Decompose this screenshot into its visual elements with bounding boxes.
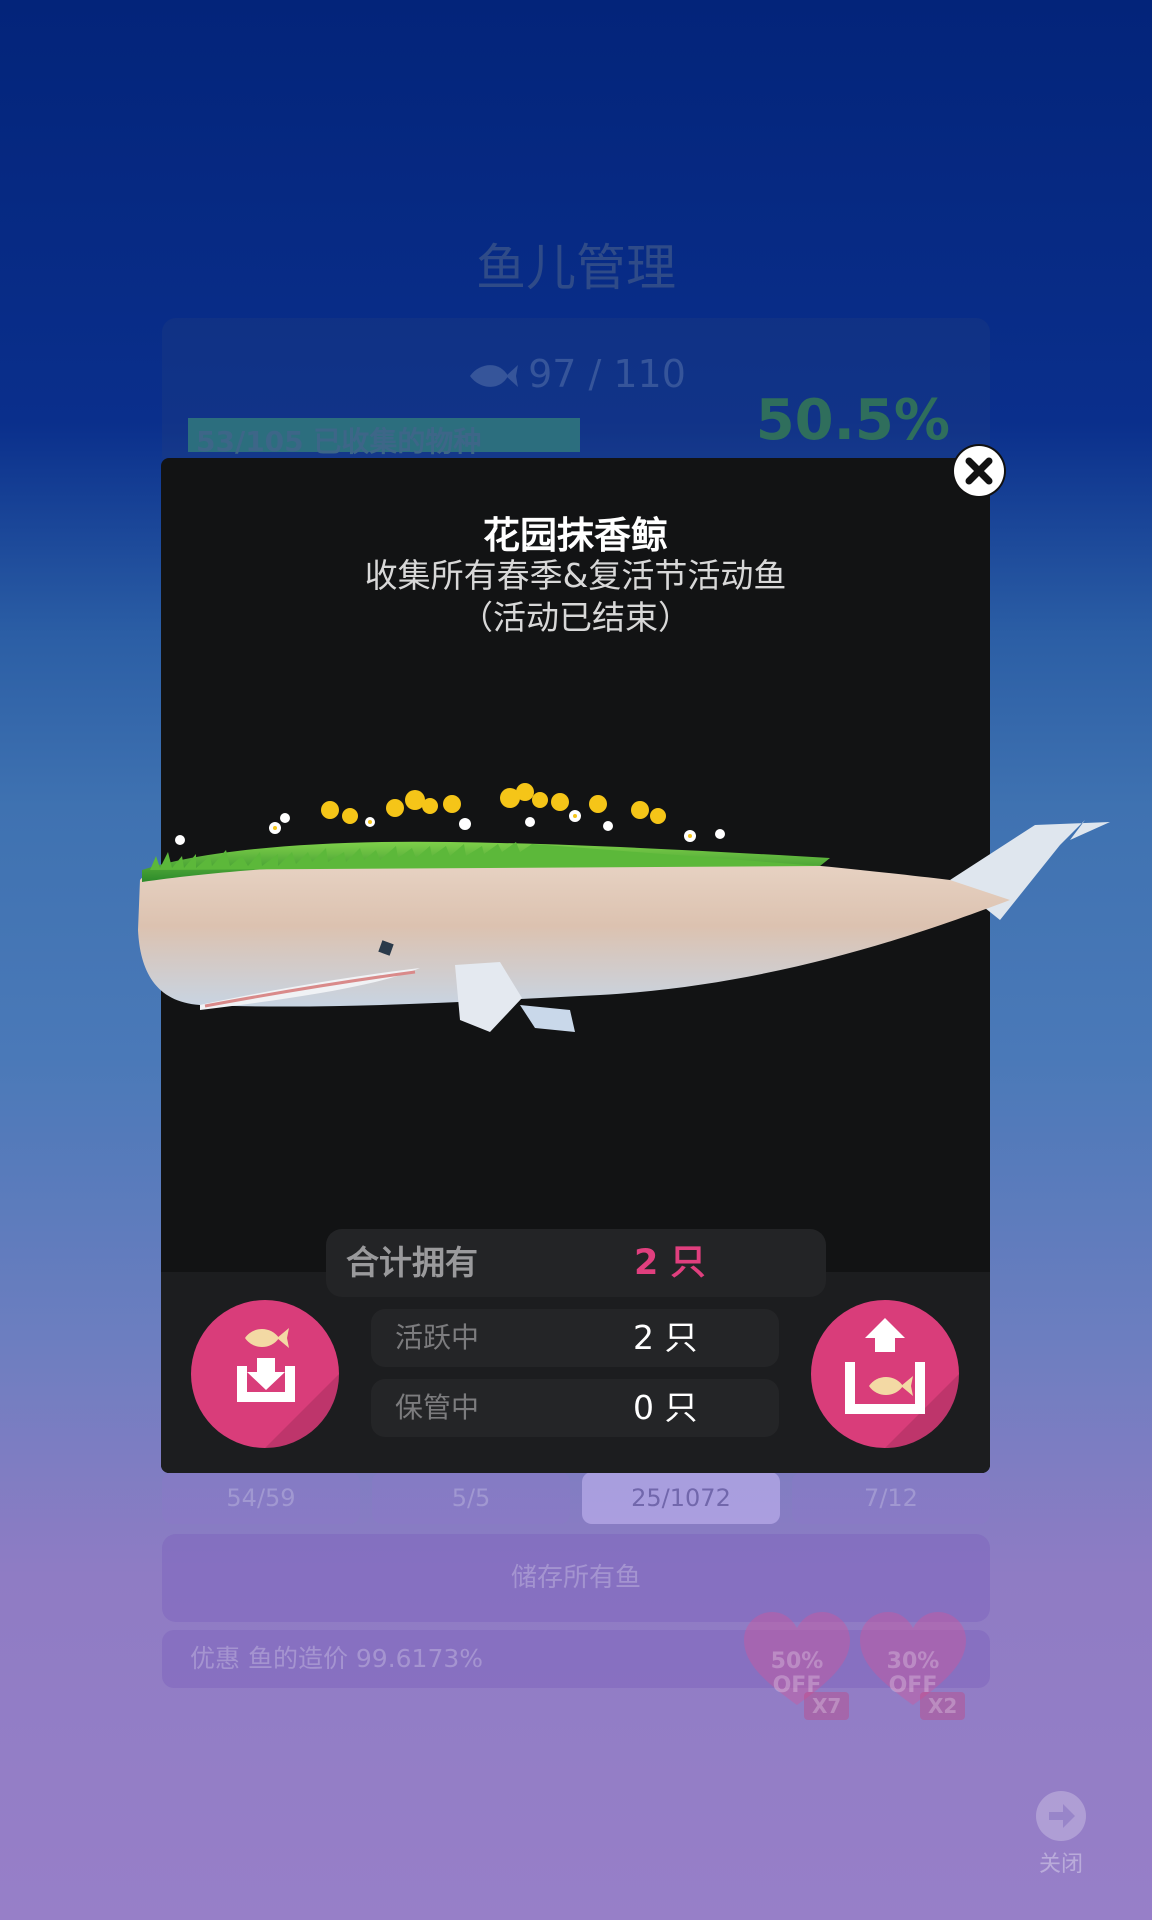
fish-name: 花园抹香鲸 — [483, 514, 668, 557]
coupon-percent: 50% — [770, 1649, 824, 1674]
release-fish-button[interactable] — [811, 1300, 959, 1448]
close-button[interactable] — [954, 446, 1004, 496]
fish-description: 收集所有春季&复活节活动鱼 （活动已结束） — [364, 556, 787, 637]
active-label: 活跃中 — [395, 1321, 480, 1354]
close-nav-button[interactable]: 关闭 — [1026, 1790, 1096, 1878]
store-fish-button[interactable] — [191, 1300, 339, 1448]
collected-species-text: 53/105 已收集的物种 — [196, 425, 482, 458]
active-row: 活跃中 2 只 — [371, 1309, 779, 1367]
close-nav-label: 关闭 — [1038, 1852, 1083, 1877]
store-fish-icon — [237, 1328, 339, 1448]
coupon-percent: 30% — [886, 1649, 940, 1674]
coupon-50-off[interactable]: 50% OFF X7 — [742, 1610, 852, 1720]
close-icon — [965, 457, 993, 485]
total-owned-value: 2 只 — [634, 1243, 706, 1283]
total-owned-row: 合计拥有 2 只 — [326, 1229, 826, 1297]
page-title: 鱼儿管理 — [476, 239, 676, 297]
arrow-right-circle-icon — [1036, 1791, 1086, 1841]
tab-category-2[interactable]: 5/5 — [372, 1472, 570, 1524]
collection-percent: 50.5% — [755, 388, 950, 453]
coupon-multiplier: X2 — [920, 1692, 966, 1720]
fish-icon — [470, 365, 519, 387]
release-fish-icon — [845, 1318, 959, 1448]
whale-illustration — [138, 783, 1110, 1032]
store-all-fish-button[interactable]: 储存所有鱼 — [162, 1534, 990, 1622]
stored-label: 保管中 — [395, 1391, 480, 1424]
fish-count-text: 97 / 110 — [528, 352, 686, 396]
active-value: 2 只 — [633, 1318, 698, 1357]
tab-category-3[interactable]: 25/1072 — [582, 1472, 780, 1524]
total-owned-label: 合计拥有 — [346, 1243, 478, 1282]
coupon-30-off[interactable]: 30% OFF X2 — [858, 1610, 968, 1720]
category-tabs: 54/59 5/5 25/1072 7/12 — [162, 1472, 990, 1524]
stored-value: 0 只 — [633, 1388, 698, 1427]
coupon-multiplier: X7 — [804, 1692, 850, 1720]
stored-row: 保管中 0 只 — [371, 1379, 779, 1437]
tab-category-4[interactable]: 7/12 — [792, 1472, 990, 1524]
tab-category-1[interactable]: 54/59 — [162, 1472, 360, 1524]
collection-stats-panel: 97 / 110 53/105 已收集的物种 50.5% — [162, 318, 990, 470]
